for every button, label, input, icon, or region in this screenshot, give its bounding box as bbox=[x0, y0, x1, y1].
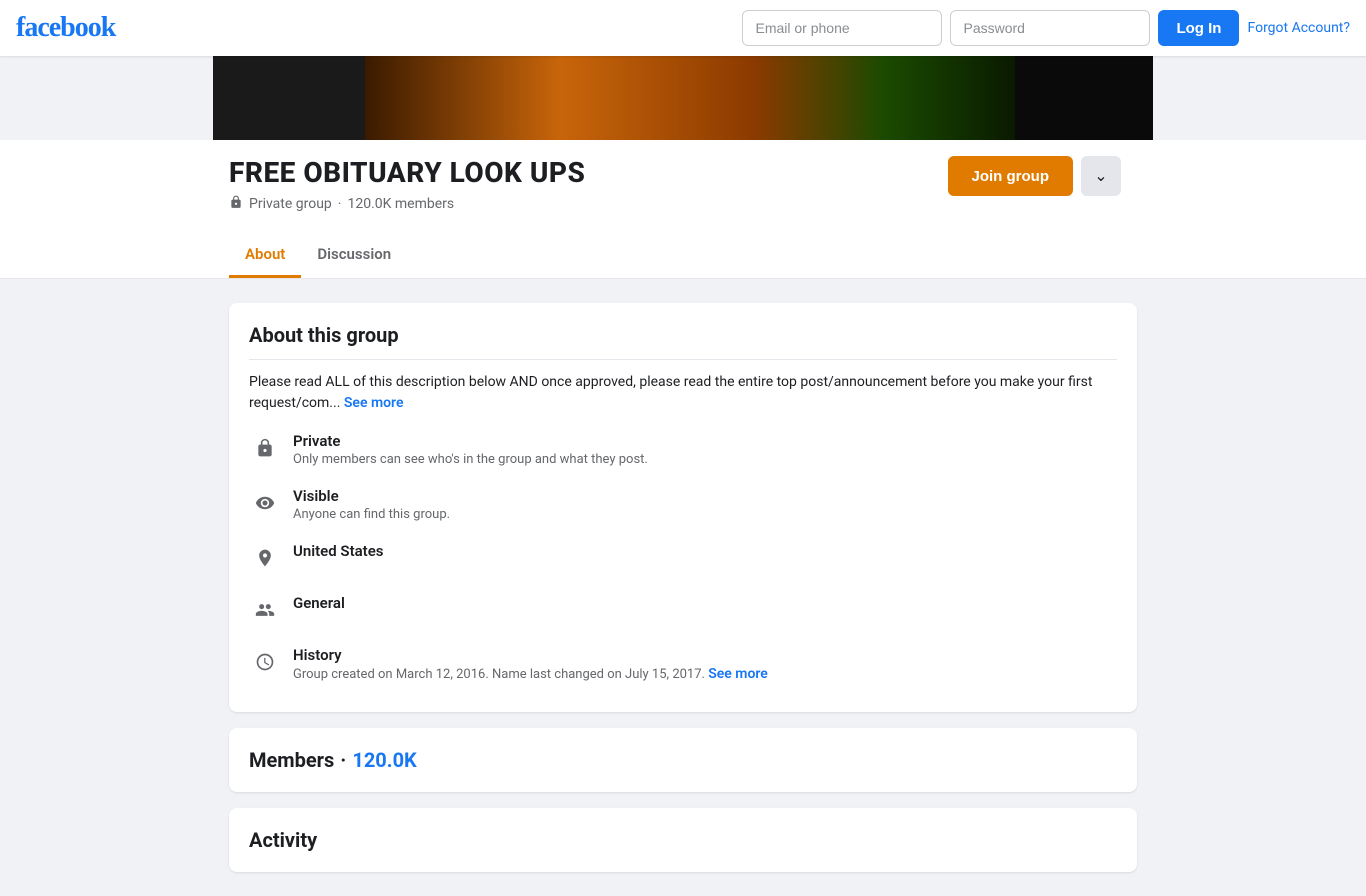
password-input[interactable] bbox=[950, 10, 1150, 46]
forgot-account-link[interactable]: Forgot Account? bbox=[1247, 20, 1350, 36]
privacy-text-block: Private Only members can see who's in th… bbox=[293, 432, 648, 467]
clock-icon bbox=[249, 646, 281, 678]
about-card-title: About this group bbox=[249, 323, 1117, 347]
members-count: 120.0K bbox=[352, 748, 416, 772]
activity-card: Activity bbox=[229, 808, 1137, 872]
visibility-text-block: Visible Anyone can find this group. bbox=[293, 487, 450, 522]
privacy-subtitle: Only members can see who's in the group … bbox=[293, 452, 648, 467]
group-title: FREE OBITUARY LOOK UPS bbox=[229, 156, 585, 189]
category-text-block: General bbox=[293, 594, 345, 612]
join-group-button[interactable]: Join group bbox=[948, 156, 1074, 196]
tabs-bar: About Discussion bbox=[229, 233, 1137, 278]
location-title: United States bbox=[293, 542, 383, 560]
cover-image-area bbox=[213, 56, 1153, 140]
history-info-row: History Group created on March 12, 2016.… bbox=[249, 636, 1117, 692]
see-more-history-link[interactable]: See more bbox=[708, 666, 768, 682]
category-info-row: General bbox=[249, 584, 1117, 636]
eye-icon bbox=[249, 487, 281, 519]
header: facebook Log In Forgot Account? bbox=[0, 0, 1366, 56]
group-actions-row: Join group ⌄ bbox=[948, 156, 1122, 196]
group-privacy: Private group bbox=[249, 196, 332, 212]
lock-icon bbox=[249, 432, 281, 464]
main-content: About this group Please read ALL of this… bbox=[213, 303, 1153, 872]
group-info-section: FREE OBITUARY LOOK UPS Private group · 1… bbox=[0, 140, 1366, 279]
location-text-block: United States bbox=[293, 542, 383, 560]
page-content: FREE OBITUARY LOOK UPS Private group · 1… bbox=[0, 56, 1366, 872]
header-right: Log In Forgot Account? bbox=[742, 10, 1350, 46]
visibility-info-row: Visible Anyone can find this group. bbox=[249, 477, 1117, 532]
privacy-info-row: Private Only members can see who's in th… bbox=[249, 422, 1117, 477]
tab-discussion[interactable]: Discussion bbox=[301, 233, 407, 278]
people-icon bbox=[249, 594, 281, 626]
members-separator: · bbox=[340, 748, 346, 772]
group-meta-dot: · bbox=[338, 196, 342, 212]
history-title: History bbox=[293, 646, 768, 664]
group-info-top: FREE OBITUARY LOOK UPS Private group · 1… bbox=[229, 156, 1137, 225]
visibility-subtitle: Anyone can find this group. bbox=[293, 507, 450, 522]
members-card: Members · 120.0K bbox=[229, 728, 1137, 792]
activity-title: Activity bbox=[249, 828, 1117, 852]
email-phone-input[interactable] bbox=[742, 10, 942, 46]
history-subtitle: Group created on March 12, 2016. Name la… bbox=[293, 666, 768, 682]
chevron-down-icon: ⌄ bbox=[1094, 166, 1107, 186]
group-meta-left: FREE OBITUARY LOOK UPS Private group · 1… bbox=[229, 156, 585, 225]
group-description: Please read ALL of this description belo… bbox=[249, 372, 1117, 414]
login-button[interactable]: Log In bbox=[1158, 10, 1239, 46]
group-members-count: 120.0K members bbox=[347, 196, 454, 212]
cover-center-segment bbox=[365, 56, 1015, 140]
category-title: General bbox=[293, 594, 345, 612]
facebook-logo[interactable]: facebook bbox=[16, 12, 115, 44]
lock-icon bbox=[229, 195, 243, 213]
group-meta: Private group · 120.0K members bbox=[229, 195, 585, 213]
history-text-block: History Group created on March 12, 2016.… bbox=[293, 646, 768, 682]
members-label: Members bbox=[249, 748, 334, 772]
privacy-title: Private bbox=[293, 432, 648, 450]
location-info-row: United States bbox=[249, 532, 1117, 584]
tab-about[interactable]: About bbox=[229, 233, 301, 278]
card-divider bbox=[249, 359, 1117, 360]
group-more-options-button[interactable]: ⌄ bbox=[1081, 156, 1121, 196]
members-card-header: Members · 120.0K bbox=[249, 748, 1117, 772]
visibility-title: Visible bbox=[293, 487, 450, 505]
cover-left-segment bbox=[213, 56, 365, 140]
group-info-inner: FREE OBITUARY LOOK UPS Private group · 1… bbox=[213, 156, 1153, 278]
cover-right-segment bbox=[1015, 56, 1153, 140]
location-pin-icon bbox=[249, 542, 281, 574]
see-more-description-link[interactable]: See more bbox=[344, 395, 404, 411]
about-card: About this group Please read ALL of this… bbox=[229, 303, 1137, 712]
